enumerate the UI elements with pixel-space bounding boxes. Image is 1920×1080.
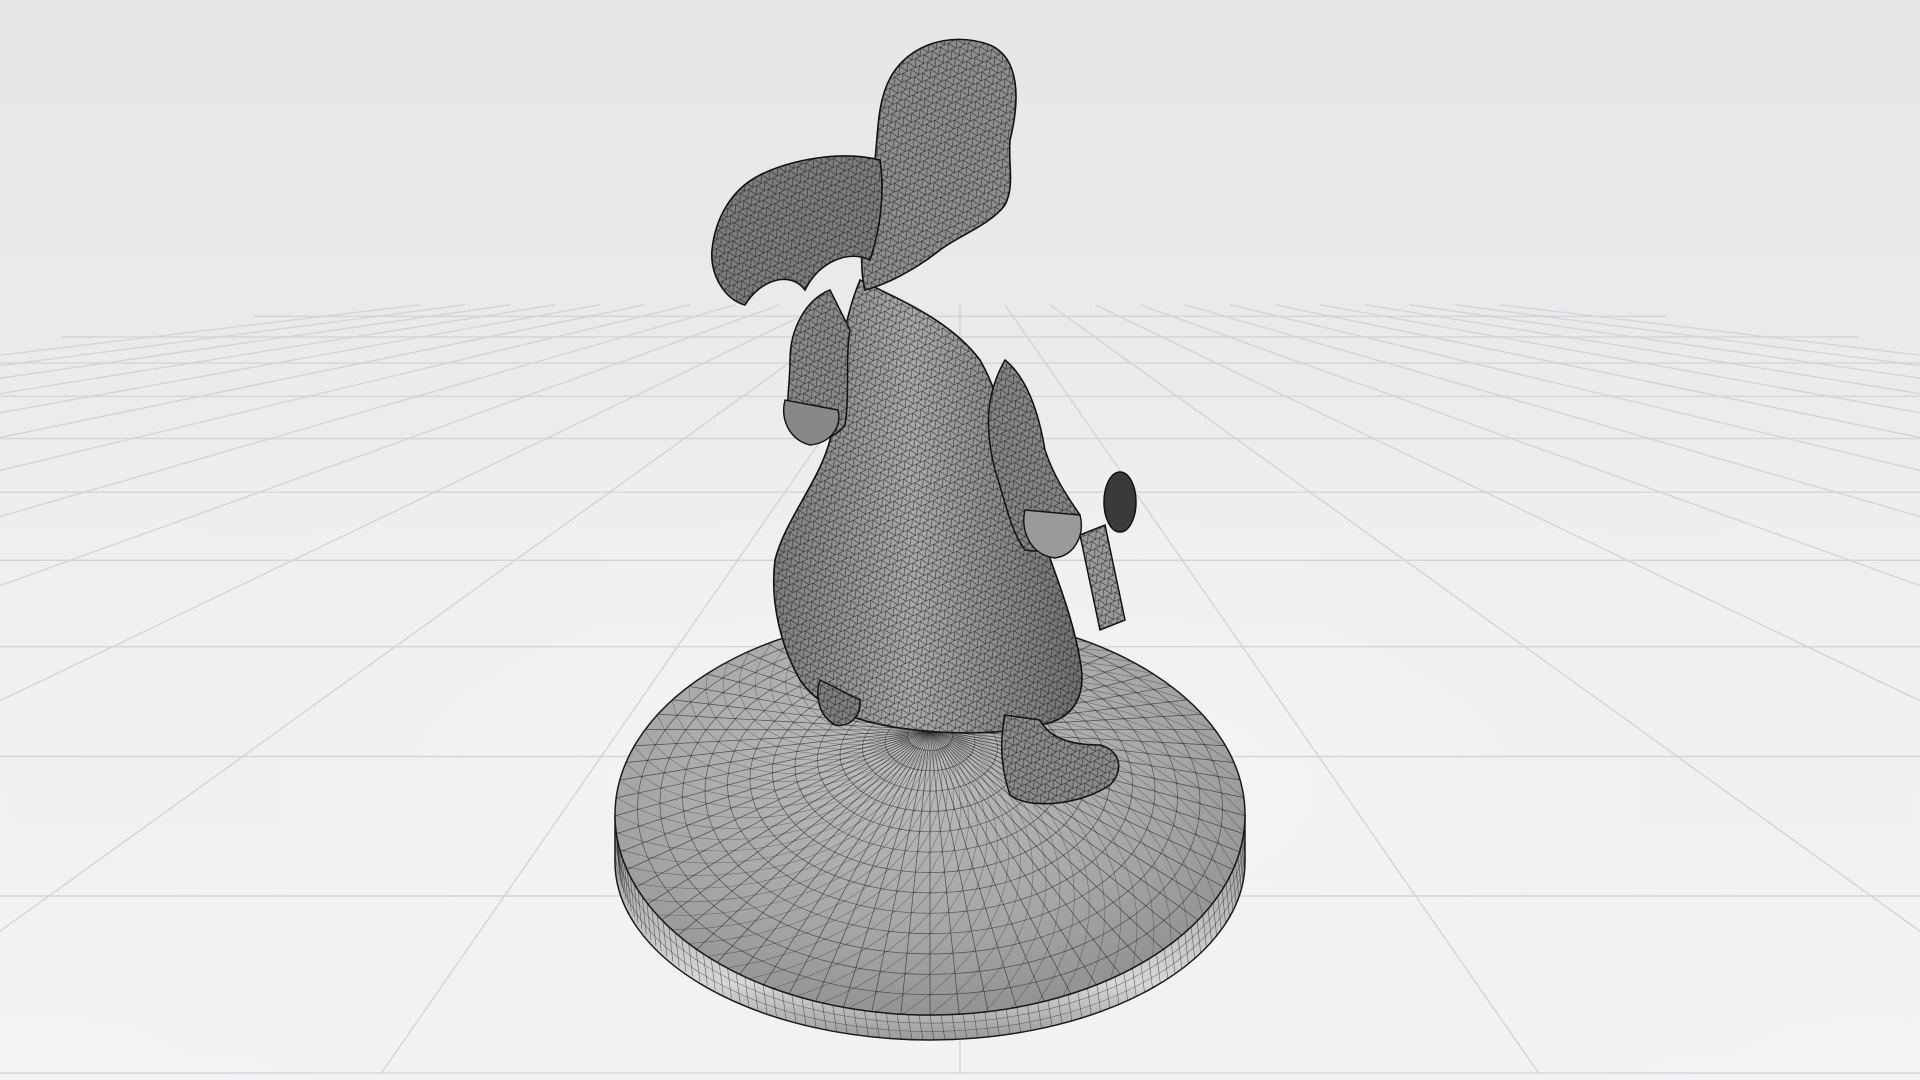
scene-canvas[interactable] xyxy=(0,0,1920,1080)
figure-held-item-cap xyxy=(1103,471,1137,533)
3d-viewport[interactable] xyxy=(0,0,1920,1080)
